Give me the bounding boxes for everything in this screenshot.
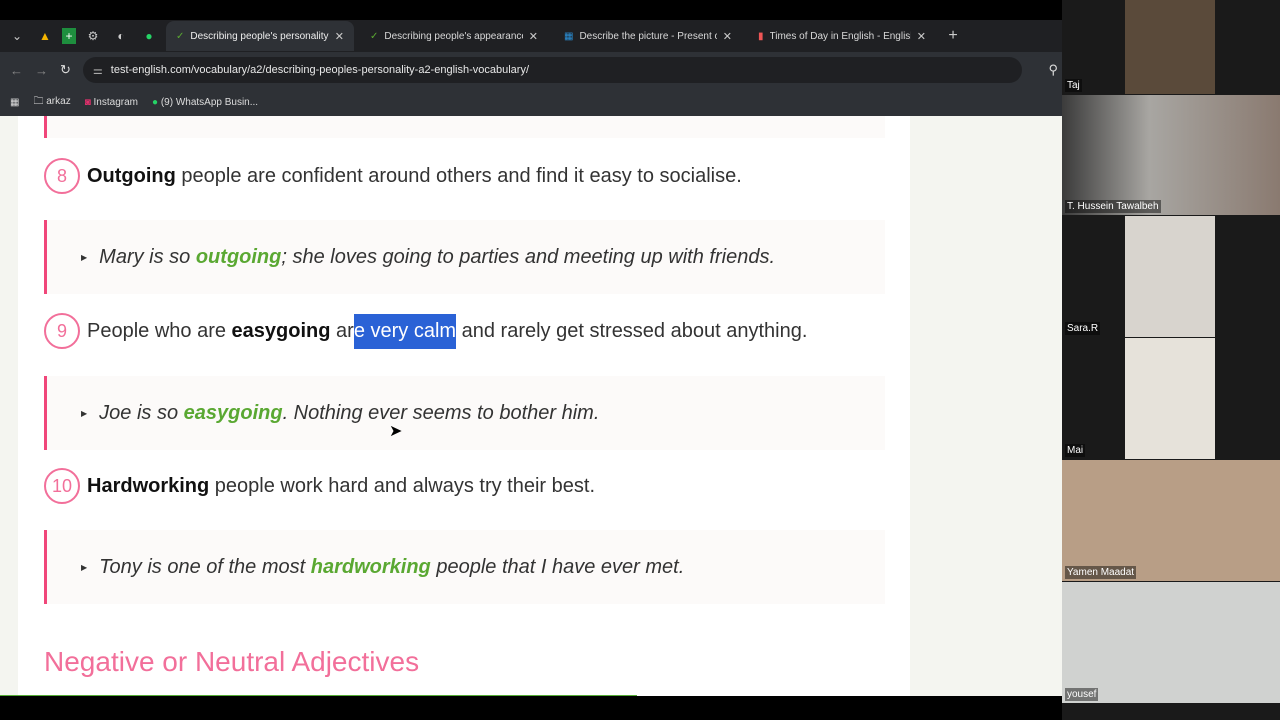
bullet-icon: ▶ [81,252,88,262]
example-8: ▶ Mary is so outgoing; she loves going to… [44,220,885,294]
tab-personality[interactable]: ✓ Describing people's personality ✕ [166,21,354,51]
drive-icon[interactable]: ▲ [34,25,56,47]
sheets-icon[interactable]: + [62,28,76,44]
reload-icon[interactable]: ↻ [60,62,71,78]
number-badge: 9 [44,313,80,349]
zoom-icon[interactable]: ⚲ [1048,62,1058,78]
forward-icon[interactable]: → [35,63,48,78]
browser-window: ⌄ ▲ + ⚙ ◐ ● ✓ Describing people's persona… [0,0,1062,720]
apps-icon[interactable]: ▦ [10,97,19,108]
mouse-cursor-icon: ➤ [389,423,403,440]
definition-10: 10 Hardworking people work hard and alway… [44,468,595,504]
participant-tile[interactable]: Yamen Maadat [1062,460,1280,581]
address-bar[interactable]: ⚌ test-english.com/vocabulary/a2/describi… [82,57,1022,83]
toolbar: ← → ↻ ⚌ test-english.com/vocabulary/a2/de… [0,52,1062,88]
tab-bar: ⌄ ▲ + ⚙ ◐ ● ✓ Describing people's persona… [0,20,1062,52]
back-icon[interactable]: ← [10,63,23,78]
definition-9: 9 People who are easygoing ar e very calm … [44,313,807,349]
chatgpt-icon[interactable]: ⚙ [82,25,104,47]
video-feed [1125,0,1215,94]
video-feed [1062,95,1280,215]
bullet-icon: ▶ [81,408,88,418]
bookmark-whatsapp[interactable]: ● (9) WhatsApp Busin... [152,97,258,108]
participant-tile[interactable]: Taj [1062,0,1280,94]
number-badge: 8 [44,158,80,194]
bookmark-arkaz[interactable]: 🗀 arkaz [33,94,70,111]
number-badge: 10 [44,468,80,504]
reading-progress-bar [0,695,638,696]
close-tab-icon[interactable]: ✕ [529,30,538,43]
text-selection: e very calm [353,313,457,349]
site-icon: ▮ [758,30,764,42]
close-tab-icon[interactable]: ✕ [917,30,926,43]
tab-appearance[interactable]: ✓ Describing people's appearance ✕ [360,21,548,51]
example-10: ▶ Tony is one of the most hardworking peo… [44,530,885,604]
content-card: 8 Outgoing people are confident around ot… [18,116,910,696]
tab-describe-picture[interactable]: ▦ Describe the picture - Present c ✕ [554,21,742,51]
site-icon: ▦ [564,30,574,42]
participant-tile[interactable]: T. Hussein Tawalbeh [1062,95,1280,215]
tab-search-icon[interactable]: ⌄ [6,25,28,47]
whatsapp-icon[interactable]: ● [138,25,160,47]
participant-tile[interactable]: Sara.R [1062,216,1280,337]
video-feed [1125,338,1215,459]
example-box [44,116,885,138]
participant-tile[interactable]: yousef [1062,582,1280,703]
video-feed [1062,582,1280,703]
bullet-icon: ▶ [81,562,88,572]
instagram-icon: ◙ [84,96,91,108]
close-tab-icon[interactable]: ✕ [335,30,344,43]
video-feed [1062,460,1280,581]
site-info-icon[interactable]: ⚌ [93,64,103,77]
section-heading: Negative or Neutral Adjectives [44,646,420,677]
close-tab-icon[interactable]: ✕ [723,30,732,43]
globe-icon[interactable]: ◐ [110,25,132,47]
web-page[interactable]: 8 Outgoing people are confident around ot… [0,116,1062,696]
new-tab-button[interactable]: + [942,25,964,47]
video-feed [1125,216,1215,337]
bookmark-instagram[interactable]: ◙ Instagram [85,97,138,108]
tab-times-of-day[interactable]: ▮ Times of Day in English - English ✕ [748,21,936,51]
check-icon: ✓ [176,30,185,42]
example-9: ▶ Joe is so easygoing. Nothing ever seems… [44,376,885,450]
participant-tile[interactable]: Mai [1062,338,1280,459]
check-icon: ✓ [370,30,379,42]
definition-8: 8 Outgoing people are confident around ot… [44,158,742,194]
video-participants-panel: Taj T. Hussein Tawalbeh Sara.R Mai Yamen… [1062,0,1280,720]
whatsapp-icon: ● [151,96,159,108]
bookmarks-bar: ▦ 🗀 arkaz ◙ Instagram ● (9) WhatsApp Bus… [0,88,1062,116]
